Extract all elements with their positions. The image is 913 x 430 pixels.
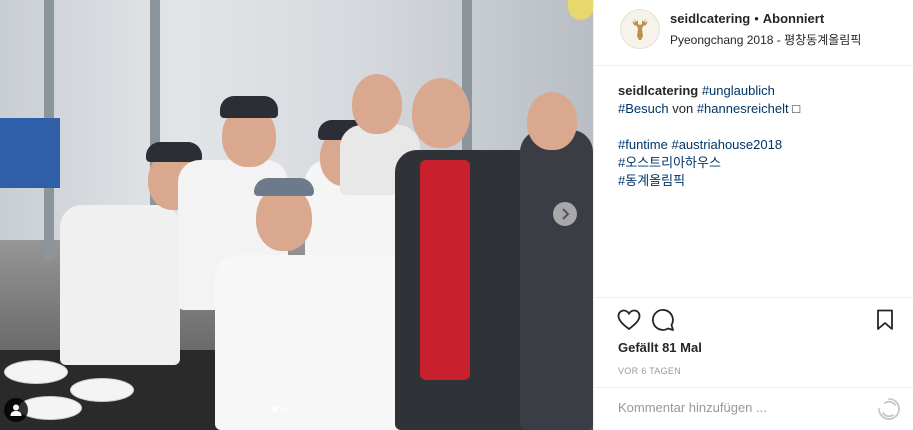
photo-lamp bbox=[568, 0, 593, 20]
avatar[interactable] bbox=[620, 9, 660, 49]
caption-line: seidlcatering #unglaublich bbox=[618, 82, 898, 100]
photo-plate bbox=[4, 360, 68, 384]
like-count[interactable]: Gefällt 81 Mal bbox=[618, 340, 702, 355]
instagram-post: seidlcatering • Abonniert Pyeongchang 2018… bbox=[0, 0, 913, 430]
actions-divider bbox=[594, 297, 913, 298]
carousel-indicator bbox=[272, 406, 288, 412]
post-photo[interactable] bbox=[0, 0, 593, 430]
header-user-line: seidlcatering • Abonniert bbox=[670, 11, 824, 26]
carousel-dot-active bbox=[272, 406, 278, 412]
loading-spinner-icon bbox=[878, 398, 900, 420]
caption-line: #Besuch von #hannesreichelt □ bbox=[618, 100, 898, 118]
post-side-panel: seidlcatering • Abonniert Pyeongchang 2018… bbox=[593, 0, 913, 430]
carousel-dot bbox=[282, 406, 288, 412]
caption-username[interactable]: seidlcatering bbox=[618, 83, 698, 98]
post-timestamp[interactable]: VOR 6 TAGEN bbox=[618, 366, 681, 376]
comment-bar bbox=[594, 387, 913, 430]
save-button[interactable] bbox=[872, 307, 898, 333]
hashtag-link[interactable]: #오스트리아하우스 bbox=[618, 154, 898, 172]
heart-icon bbox=[617, 309, 641, 331]
hashtag-link[interactable]: #unglaublich bbox=[702, 83, 775, 98]
hashtag-link[interactable]: #Besuch bbox=[618, 101, 669, 116]
header-username[interactable]: seidlcatering bbox=[670, 11, 750, 26]
comment-button[interactable] bbox=[650, 307, 676, 333]
hashtag-link[interactable]: #hannesreichelt bbox=[697, 101, 789, 116]
deer-logo-icon bbox=[632, 18, 648, 40]
like-button[interactable] bbox=[616, 307, 642, 333]
caption-text: von bbox=[672, 101, 694, 116]
hashtag-link[interactable]: #funtime #austriahouse2018 bbox=[618, 136, 898, 154]
user-tag-button[interactable] bbox=[4, 398, 28, 422]
user-tag-icon bbox=[10, 404, 22, 416]
photo-blue-cabinet bbox=[0, 118, 60, 188]
comment-input[interactable] bbox=[618, 400, 858, 415]
caption-emoji: □ bbox=[792, 101, 801, 116]
follow-status-button[interactable]: Abonniert bbox=[763, 11, 824, 26]
post-caption: seidlcatering #unglaublich #Besuch von #… bbox=[618, 82, 898, 190]
hashtag-link[interactable]: #동계올림픽 bbox=[618, 172, 898, 190]
comment-icon bbox=[652, 309, 674, 331]
bookmark-icon bbox=[877, 309, 893, 330]
post-header: seidlcatering • Abonniert Pyeongchang 2018… bbox=[594, 0, 913, 66]
header-separator: • bbox=[754, 11, 759, 26]
post-location[interactable]: Pyeongchang 2018 - 평창동계올림픽 bbox=[670, 31, 861, 48]
carousel-next-button[interactable] bbox=[553, 202, 577, 226]
chevron-right-icon bbox=[562, 208, 570, 220]
photo-plate bbox=[70, 378, 134, 402]
